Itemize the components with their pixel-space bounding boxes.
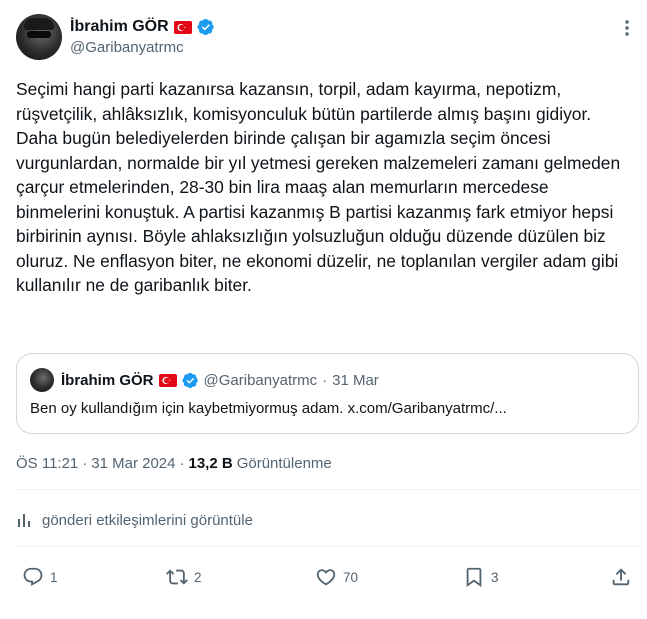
like-count: 70 [343, 569, 359, 585]
like-button[interactable]: 70 [315, 563, 358, 591]
author-handle[interactable]: @Garibanyatrmc [70, 39, 184, 56]
tweet-text: Seçimi hangi parti kazanırsa kazansın, t… [16, 79, 621, 295]
meta-separator-2: · [179, 455, 185, 472]
quoted-tweet[interactable]: İbrahim GÖR @Garibanyatrmc · 31 Mar Ben … [16, 353, 639, 434]
view-engagements-link[interactable]: gönderi etkileşimlerini görüntüle [16, 511, 253, 529]
bookmark-count: 3 [491, 569, 499, 585]
repost-button[interactable]: 2 [166, 563, 202, 591]
verified-badge-icon [181, 372, 199, 389]
turkey-flag-icon [158, 373, 177, 387]
views-count: 13,2 B [188, 455, 233, 472]
quoted-author-avatar [30, 368, 54, 392]
share-button[interactable] [610, 563, 632, 591]
repost-count: 2 [194, 569, 202, 585]
quoted-author-handle: @Garibanyatrmc [203, 371, 318, 389]
action-bar: 1 2 70 3 [16, 563, 639, 591]
reply-count: 1 [50, 569, 58, 585]
analytics-icon [16, 511, 34, 529]
more-dots-icon[interactable] [615, 16, 639, 40]
meta-separator: · [82, 455, 88, 472]
repost-icon [166, 569, 188, 585]
quoted-author-name: İbrahim GÖR [61, 371, 154, 389]
turkey-flag-icon [173, 20, 192, 34]
reply-button[interactable]: 1 [22, 563, 58, 591]
engagements-label: gönderi etkileşimlerini görüntüle [42, 511, 253, 529]
divider [16, 489, 639, 490]
verified-badge-icon[interactable] [197, 18, 215, 36]
quoted-date: 31 Mar [332, 371, 379, 389]
tweet-meta: ÖS 11:21 · 31 Mar 2024 · 13,2 B Görüntül… [16, 455, 332, 472]
bookmark-button[interactable]: 3 [463, 563, 499, 591]
divider [16, 546, 639, 547]
bookmark-icon [466, 567, 482, 588]
author-name[interactable]: İbrahim GÖR [70, 18, 169, 36]
share-icon [612, 568, 630, 586]
author-avatar[interactable] [16, 14, 62, 60]
tweet-time[interactable]: ÖS 11:21 [16, 455, 78, 472]
reply-icon [23, 567, 43, 586]
quoted-tweet-text: Ben oy kullandığım için kaybetmiyormuş a… [30, 400, 507, 417]
tweet-header: İbrahim GÖR @Garibanyatrmc [16, 14, 639, 62]
heart-icon [316, 569, 336, 586]
author-name-row: İbrahim GÖR [70, 16, 215, 38]
quoted-separator: · [322, 371, 328, 389]
quoted-tweet-header: İbrahim GÖR @Garibanyatrmc · 31 Mar [61, 370, 379, 390]
tweet-date[interactable]: 31 Mar 2024 [91, 455, 175, 472]
views-label: Görüntülenme [236, 455, 332, 472]
